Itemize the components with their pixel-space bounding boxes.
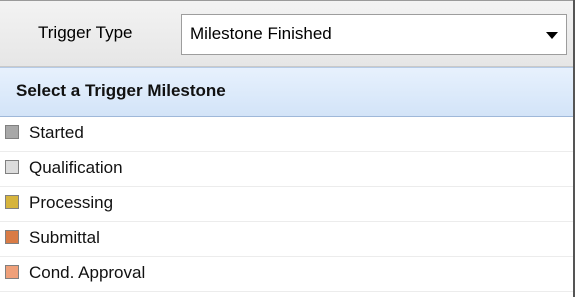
milestone-item-processing[interactable]: Processing bbox=[0, 187, 573, 222]
trigger-type-label: Trigger Type bbox=[38, 23, 133, 42]
milestone-label: Cond. Approval bbox=[29, 263, 146, 282]
milestone-color-swatch bbox=[5, 160, 19, 174]
milestone-label: Started bbox=[29, 123, 84, 142]
milestone-label: Submittal bbox=[29, 228, 100, 247]
milestone-item-submittal[interactable]: Submittal bbox=[0, 222, 573, 257]
milestone-list: Started Qualification Processing Submitt… bbox=[0, 117, 573, 297]
milestone-item-qualification[interactable]: Qualification bbox=[0, 152, 573, 187]
section-title: Select a Trigger Milestone bbox=[16, 81, 226, 100]
trigger-milestone-header: Select a Trigger Milestone bbox=[0, 67, 573, 117]
milestone-item-cond-approval[interactable]: Cond. Approval bbox=[0, 257, 573, 292]
milestone-item-started[interactable]: Started bbox=[0, 117, 573, 152]
milestone-color-swatch bbox=[5, 195, 19, 209]
trigger-type-select[interactable]: Milestone Finished bbox=[181, 14, 567, 55]
milestone-label: Processing bbox=[29, 193, 114, 212]
trigger-type-toolbar: Trigger Type Milestone Finished bbox=[0, 1, 573, 67]
milestone-color-swatch bbox=[5, 230, 19, 244]
milestone-label: Qualification bbox=[29, 158, 123, 177]
trigger-type-selected-value: Milestone Finished bbox=[190, 24, 332, 43]
milestone-color-swatch bbox=[5, 265, 19, 279]
trigger-milestone-panel: Trigger Type Milestone Finished Select a… bbox=[0, 0, 575, 297]
milestone-color-swatch bbox=[5, 125, 19, 139]
chevron-down-icon[interactable] bbox=[546, 32, 558, 39]
